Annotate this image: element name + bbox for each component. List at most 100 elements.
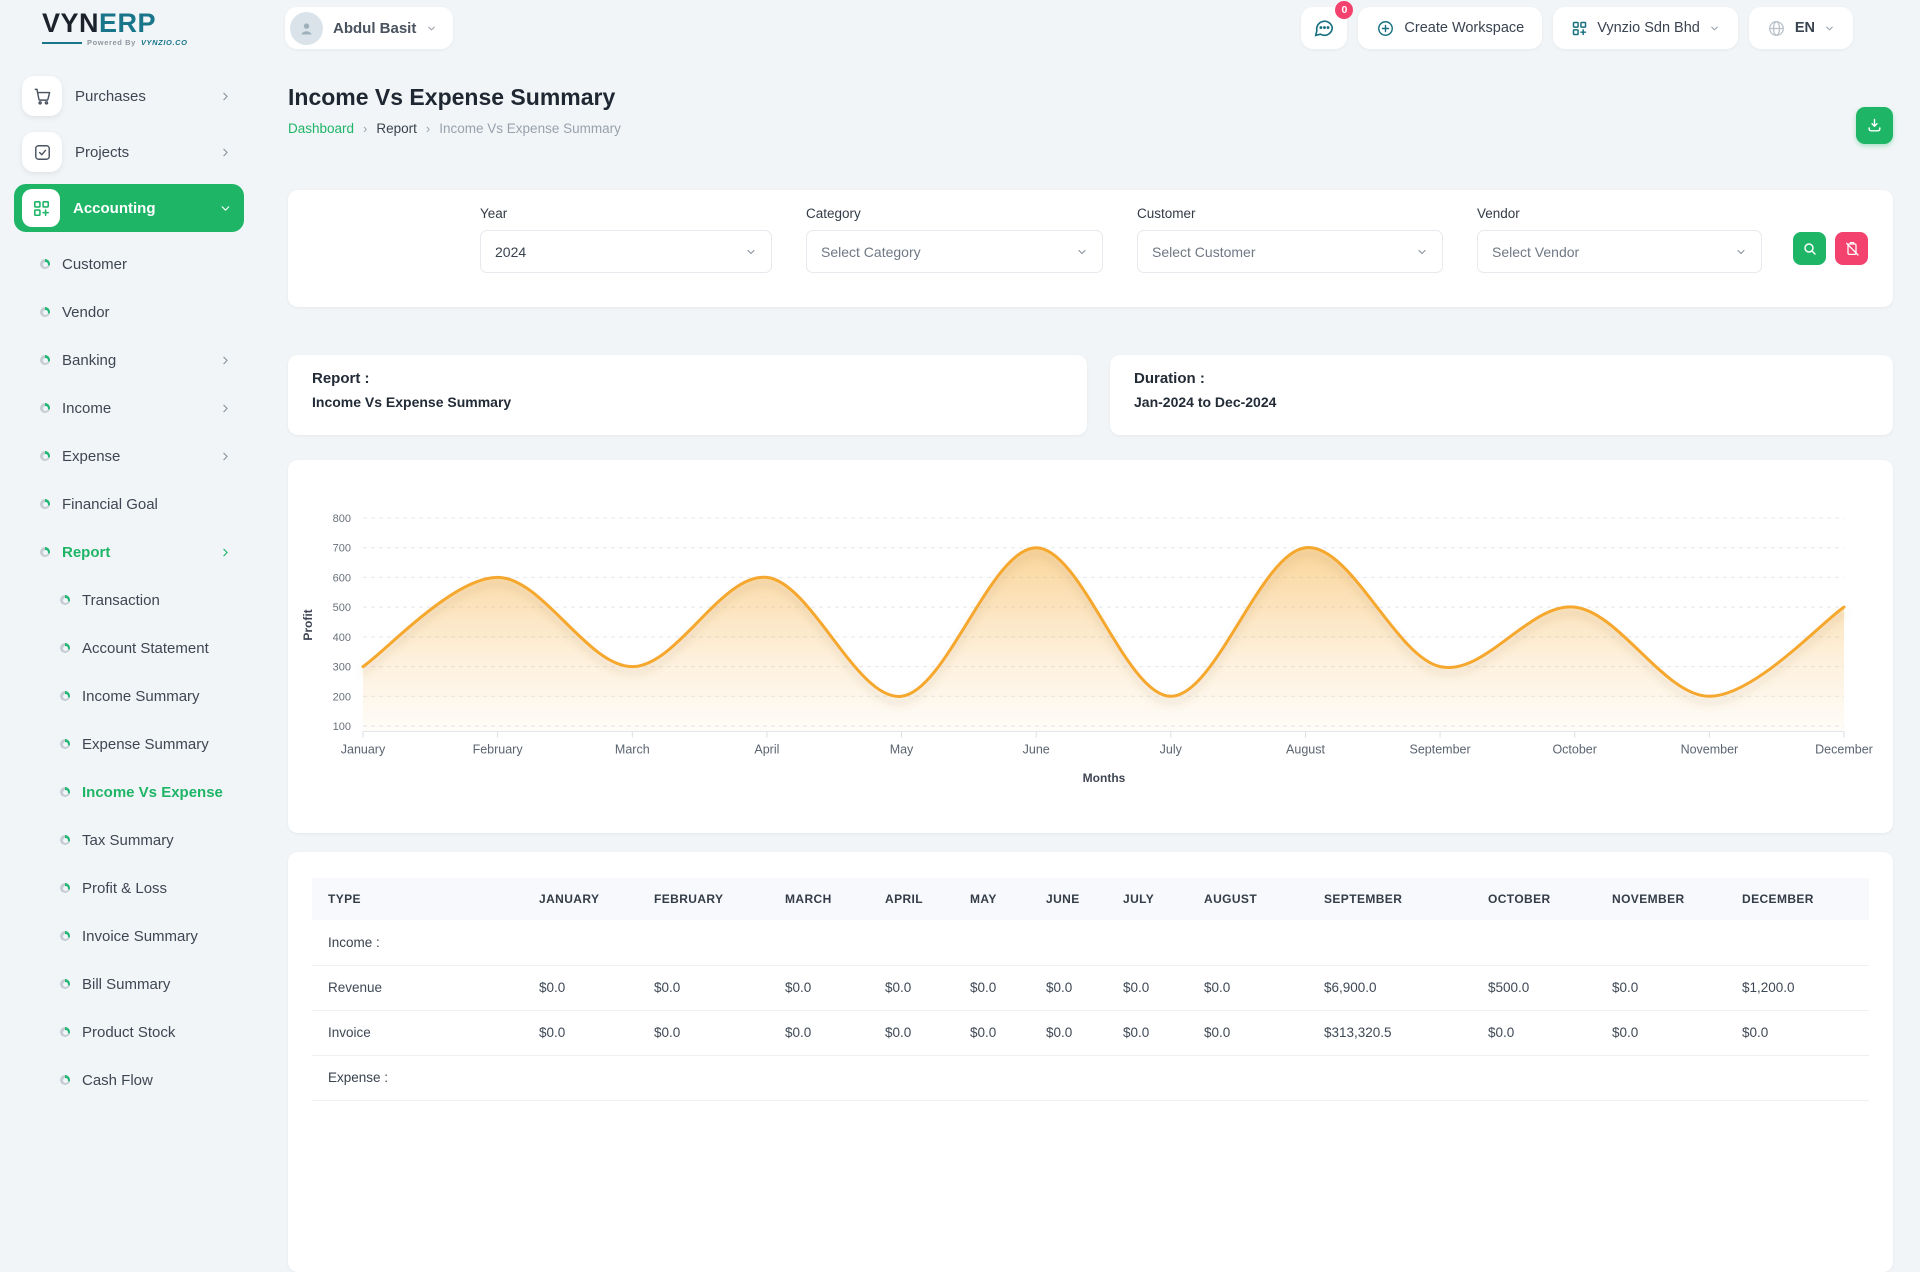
- logo-tagline-brand: VYNZIO.CO: [141, 38, 188, 47]
- chevron-down-icon: [1076, 246, 1088, 258]
- sidebar-item-expense-summary[interactable]: Expense Summary: [0, 720, 258, 768]
- plus-circle-icon: [1376, 19, 1395, 38]
- sidebar-item-label: Expense: [62, 448, 207, 465]
- sidebar-item-vendor[interactable]: Vendor: [0, 288, 258, 336]
- workspace-name: Vynzio Sdn Bhd: [1597, 20, 1700, 36]
- sidebar-item-profit-loss[interactable]: Profit & Loss: [0, 864, 258, 912]
- sidebar-item-label: Financial Goal: [62, 496, 232, 513]
- sidebar-item-income-vs-expense[interactable]: Income Vs Expense: [0, 768, 258, 816]
- modules-icon: [22, 189, 60, 227]
- bullet-icon: [40, 499, 50, 509]
- chevron-right-icon: [219, 402, 232, 415]
- sidebar-item-cash-flow[interactable]: Cash Flow: [0, 1056, 258, 1104]
- chat-button[interactable]: 0: [1301, 7, 1347, 49]
- duration-info-card: Duration : Jan-2024 to Dec-2024: [1110, 355, 1893, 435]
- vendor-value: Select Vendor: [1492, 244, 1579, 260]
- search-button[interactable]: [1793, 232, 1826, 265]
- sidebar-item-purchases[interactable]: Purchases: [14, 72, 244, 120]
- vendor-select[interactable]: Select Vendor: [1477, 230, 1762, 273]
- sidebar-item-invoice-summary[interactable]: Invoice Summary: [0, 912, 258, 960]
- avatar: [290, 12, 323, 45]
- section-label: Expense :: [312, 1055, 1869, 1100]
- sidebar-item-label: Income Summary: [82, 688, 232, 705]
- bullet-icon: [60, 883, 70, 893]
- customer-select[interactable]: Select Customer: [1137, 230, 1443, 273]
- x-tick-label: June: [1023, 743, 1050, 757]
- column-header-february: FEBRUARY: [638, 878, 769, 920]
- chevron-right-icon: [219, 546, 232, 559]
- x-tick-label: November: [1681, 743, 1739, 757]
- sidebar-item-projects[interactable]: Projects: [14, 128, 244, 176]
- workspace-grid-icon: [1571, 20, 1588, 37]
- workspace-switcher[interactable]: Vynzio Sdn Bhd: [1553, 7, 1738, 49]
- x-tick-label: July: [1160, 743, 1183, 757]
- x-tick-label: January: [341, 743, 386, 757]
- x-tick-label: December: [1815, 743, 1873, 757]
- duration-value: Jan-2024 to Dec-2024: [1134, 394, 1869, 410]
- table-cell: $0.0: [1188, 1010, 1308, 1055]
- table-cell: $0.0: [1596, 965, 1726, 1010]
- sidebar-item-transaction[interactable]: Transaction: [0, 576, 258, 624]
- sidebar-item-label: Projects: [75, 144, 206, 161]
- sidebar-item-banking[interactable]: Banking: [0, 336, 258, 384]
- table-cell: $313,320.5: [1308, 1010, 1472, 1055]
- reset-filter-button[interactable]: [1835, 232, 1868, 265]
- table-header-row: TYPEJANUARYFEBRUARYMARCHAPRILMAYJUNEJULY…: [312, 878, 1869, 920]
- x-tick-label: March: [615, 743, 650, 757]
- table-cell: $0.0: [869, 1010, 954, 1055]
- table-cell: $0.0: [954, 1010, 1030, 1055]
- download-report-button[interactable]: [1856, 107, 1893, 144]
- bullet-icon: [60, 787, 70, 797]
- chevron-down-icon: [426, 23, 437, 34]
- language-label: EN: [1795, 20, 1815, 36]
- language-switcher[interactable]: EN: [1749, 7, 1853, 49]
- table-cell: $0.0: [954, 965, 1030, 1010]
- report-value: Income Vs Expense Summary: [312, 394, 1063, 410]
- table-card: TYPEJANUARYFEBRUARYMARCHAPRILMAYJUNEJULY…: [288, 852, 1893, 1272]
- table-cell: $0.0: [769, 1010, 869, 1055]
- bullet-icon: [40, 547, 50, 557]
- category-value: Select Category: [821, 244, 921, 260]
- chevron-down-icon: [1824, 23, 1835, 34]
- sidebar-item-label: Bill Summary: [82, 976, 232, 993]
- table-section-row-expense: Expense :: [312, 1055, 1869, 1100]
- column-header-december: DECEMBER: [1726, 878, 1869, 920]
- sidebar-item-product-stock[interactable]: Product Stock: [0, 1008, 258, 1056]
- bullet-icon: [60, 1027, 70, 1037]
- table-cell: $0.0: [638, 965, 769, 1010]
- y-tick-label: 300: [333, 662, 351, 674]
- column-header-type: TYPE: [312, 878, 523, 920]
- table-cell: $1,200.0: [1726, 965, 1869, 1010]
- sidebar-item-report[interactable]: Report: [0, 528, 258, 576]
- year-select[interactable]: 2024: [480, 230, 772, 273]
- table-row-revenue: Revenue$0.0$0.0$0.0$0.0$0.0$0.0$0.0$0.0$…: [312, 965, 1869, 1010]
- logo-part1: VYN: [42, 8, 99, 38]
- category-select[interactable]: Select Category: [806, 230, 1103, 273]
- sidebar-item-label: Account Statement: [82, 640, 232, 657]
- sidebar-item-expense[interactable]: Expense: [0, 432, 258, 480]
- create-workspace-button[interactable]: Create Workspace: [1358, 7, 1542, 49]
- sidebar-item-income[interactable]: Income: [0, 384, 258, 432]
- column-header-may: MAY: [954, 878, 1030, 920]
- sidebar-item-financial-goal[interactable]: Financial Goal: [0, 480, 258, 528]
- bullet-icon: [40, 259, 50, 269]
- sidebar-item-label: Income Vs Expense: [82, 784, 232, 801]
- filter-card: Year 2024 Category Select Category Custo…: [288, 190, 1893, 307]
- breadcrumb-dashboard[interactable]: Dashboard: [288, 121, 354, 136]
- sidebar-item-tax-summary[interactable]: Tax Summary: [0, 816, 258, 864]
- sidebar-item-account-statement[interactable]: Account Statement: [0, 624, 258, 672]
- y-tick-label: 400: [333, 632, 351, 644]
- logo-tagline: Powered By: [87, 38, 136, 47]
- table-cell: $0.0: [523, 1010, 638, 1055]
- sidebar-item-customer[interactable]: Customer: [0, 240, 258, 288]
- user-name: Abdul Basit: [333, 20, 416, 37]
- sidebar-item-label: Accounting: [73, 200, 206, 217]
- table-cell: $0.0: [638, 1010, 769, 1055]
- sidebar-item-income-summary[interactable]: Income Summary: [0, 672, 258, 720]
- download-icon: [1866, 117, 1883, 134]
- user-menu[interactable]: Abdul Basit: [285, 7, 453, 49]
- sidebar-item-bill-summary[interactable]: Bill Summary: [0, 960, 258, 1008]
- bullet-icon: [40, 403, 50, 413]
- table-cell: $0.0: [1107, 1010, 1188, 1055]
- sidebar-item-accounting[interactable]: Accounting: [14, 184, 244, 232]
